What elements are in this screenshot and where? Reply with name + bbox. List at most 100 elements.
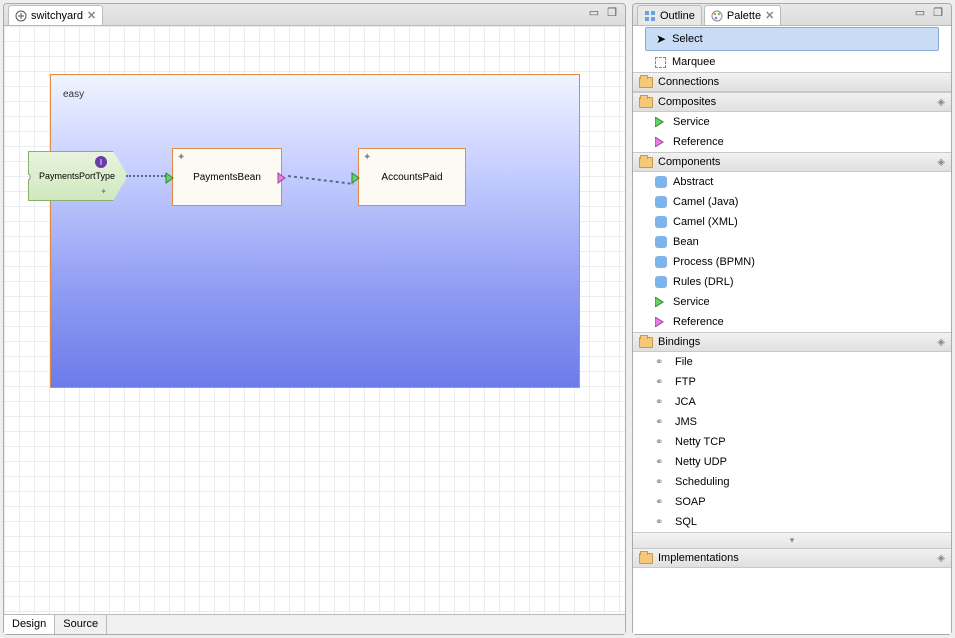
folder-icon xyxy=(639,157,653,168)
diagram-canvas[interactable]: easy PaymentsPortType I ✦ ✦ PaymentsBean xyxy=(4,26,625,614)
palette-item-binding-sql[interactable]: ⚭ SQL xyxy=(633,512,951,532)
scroll-down-button[interactable]: ▾ xyxy=(633,532,951,548)
minimize-icon[interactable]: ▭ xyxy=(587,6,601,18)
link-icon: ⚭ xyxy=(655,418,669,426)
drawer-label: Connections xyxy=(658,76,719,88)
switchyard-icon xyxy=(15,10,27,22)
pin-icon[interactable]: ◈ xyxy=(937,553,945,564)
folder-icon xyxy=(639,337,653,348)
drawer-components[interactable]: Components ◈ xyxy=(633,152,951,172)
reference-icon xyxy=(655,317,667,327)
cursor-icon: ➤ xyxy=(656,32,666,46)
component-accounts-paid[interactable]: ✦ AccountsPaid xyxy=(358,148,466,206)
item-label: Scheduling xyxy=(675,476,729,488)
item-label: Service xyxy=(673,296,710,308)
tool-select[interactable]: ➤ Select xyxy=(645,27,939,51)
tab-outline[interactable]: Outline xyxy=(637,5,702,25)
maximize-icon[interactable]: ❐ xyxy=(931,6,945,18)
tool-label: Select xyxy=(672,33,703,45)
palette-item-binding-netty-tcp[interactable]: ⚭ Netty TCP xyxy=(633,432,951,452)
component-icon xyxy=(655,236,667,248)
item-label: JCA xyxy=(675,396,696,408)
item-label: Process (BPMN) xyxy=(673,256,755,268)
tab-palette[interactable]: Palette ✕ xyxy=(704,5,781,25)
tool-group: ➤ Select Marquee xyxy=(633,27,951,72)
outline-icon xyxy=(644,10,656,22)
palette-item-binding-ftp[interactable]: ⚭ FTP xyxy=(633,372,951,392)
link-icon: ⚭ xyxy=(655,358,669,366)
folder-icon xyxy=(639,77,653,88)
service-icon xyxy=(655,117,667,127)
component-icon xyxy=(655,176,667,188)
component-payments-bean[interactable]: ✦ PaymentsBean xyxy=(172,148,282,206)
sparkle-icon: ✦ xyxy=(177,152,185,163)
drawer-bindings[interactable]: Bindings ◈ xyxy=(633,332,951,352)
close-icon[interactable]: ✕ xyxy=(765,9,774,22)
tool-marquee[interactable]: Marquee xyxy=(633,52,951,72)
palette-item-binding-jca[interactable]: ⚭ JCA xyxy=(633,392,951,412)
component-icon xyxy=(655,196,667,208)
palette-item-binding-netty-udp[interactable]: ⚭ Netty UDP xyxy=(633,452,951,472)
maximize-icon[interactable]: ❐ xyxy=(605,6,619,18)
palette-item-bean[interactable]: Bean xyxy=(633,232,951,252)
item-label: Rules (DRL) xyxy=(673,276,734,288)
promoted-service-wire[interactable] xyxy=(126,175,166,177)
link-icon: ⚭ xyxy=(655,378,669,386)
close-icon[interactable]: ✕ xyxy=(87,9,96,22)
tab-source[interactable]: Source xyxy=(55,615,107,634)
palette-item-process-bpmn[interactable]: Process (BPMN) xyxy=(633,252,951,272)
item-label: Bean xyxy=(673,236,699,248)
sparkle-icon: ✦ xyxy=(363,152,371,163)
item-label: File xyxy=(675,356,693,368)
item-label: Service xyxy=(673,116,710,128)
editor-pane: switchyard ✕ ▭ ❐ easy PaymentsPortType I… xyxy=(3,3,626,635)
pin-icon[interactable]: ◈ xyxy=(937,337,945,348)
item-label: JMS xyxy=(675,416,697,428)
link-icon: ⚭ xyxy=(655,498,669,506)
composite-label: easy xyxy=(63,89,84,100)
service-node-payments-port-type[interactable]: PaymentsPortType I ✦ xyxy=(28,151,128,201)
item-label: Camel (Java) xyxy=(673,196,738,208)
tab-design[interactable]: Design xyxy=(4,615,55,634)
drawer-label: Implementations xyxy=(658,552,739,564)
link-icon: ⚭ xyxy=(655,478,669,486)
service-port-icon[interactable] xyxy=(165,172,177,184)
palette-item-rules-drl[interactable]: Rules (DRL) xyxy=(633,272,951,292)
palette-item-camel-java[interactable]: Camel (Java) xyxy=(633,192,951,212)
service-port-icon[interactable] xyxy=(351,172,363,184)
palette-body: ➤ Select Marquee Connections Composites … xyxy=(633,26,951,634)
minimize-icon[interactable]: ▭ xyxy=(913,6,927,18)
palette-item-composite-service[interactable]: Service xyxy=(633,112,951,132)
drawer-implementations[interactable]: Implementations ◈ xyxy=(633,548,951,568)
palette-item-camel-xml[interactable]: Camel (XML) xyxy=(633,212,951,232)
palette-item-component-reference[interactable]: Reference xyxy=(633,312,951,332)
pin-icon[interactable]: ◈ xyxy=(937,157,945,168)
palette-item-abstract[interactable]: Abstract xyxy=(633,172,951,192)
pin-icon[interactable]: ◈ xyxy=(937,97,945,108)
component-icon xyxy=(655,276,667,288)
link-icon: ⚭ xyxy=(655,398,669,406)
reference-wire[interactable] xyxy=(282,166,362,196)
palette-item-component-service[interactable]: Service xyxy=(633,292,951,312)
link-icon: ⚭ xyxy=(655,458,669,466)
palette-icon xyxy=(711,10,723,22)
editor-tab-switchyard[interactable]: switchyard ✕ xyxy=(8,5,103,25)
tool-label: Marquee xyxy=(672,56,715,68)
reference-icon xyxy=(655,137,667,147)
side-tab-bar: Outline Palette ✕ ▭ ❐ xyxy=(633,4,951,26)
palette-item-binding-scheduling[interactable]: ⚭ Scheduling xyxy=(633,472,951,492)
composite-container[interactable]: easy xyxy=(50,74,580,388)
palette-item-binding-jms[interactable]: ⚭ JMS xyxy=(633,412,951,432)
outline-tab-label: Outline xyxy=(660,10,695,22)
link-icon: ⚭ xyxy=(655,438,669,446)
interface-badge-icon: I xyxy=(95,156,107,168)
drawer-label: Components xyxy=(658,156,720,168)
palette-item-binding-soap[interactable]: ⚭ SOAP xyxy=(633,492,951,512)
item-label: Abstract xyxy=(673,176,713,188)
drawer-composites[interactable]: Composites ◈ xyxy=(633,92,951,112)
item-label: Reference xyxy=(673,316,724,328)
palette-item-composite-reference[interactable]: Reference xyxy=(633,132,951,152)
link-icon: ⚭ xyxy=(655,518,669,526)
palette-item-binding-file[interactable]: ⚭ File xyxy=(633,352,951,372)
drawer-connections[interactable]: Connections xyxy=(633,72,951,92)
